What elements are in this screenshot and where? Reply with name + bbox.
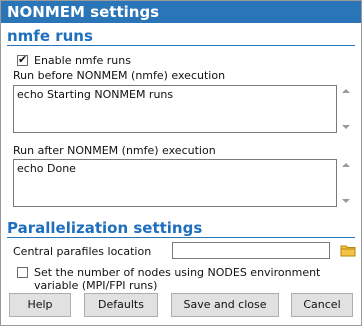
nodes-env-label-line2: variable (MPI/FPI runs) (34, 279, 158, 292)
run-before-textarea[interactable]: echo Starting NONMEM runs (13, 85, 337, 133)
dialog-button-bar: Help Defaults Save and close Cancel (1, 293, 361, 317)
defaults-button[interactable]: Defaults (84, 293, 158, 317)
parafiles-location-label: Central parafiles location (13, 245, 152, 258)
nodes-env-row[interactable]: Set the number of nodes using NODES envi… (17, 266, 320, 292)
run-after-scrollbar[interactable] (339, 159, 353, 207)
run-before-label: Run before NONMEM (nmfe) execution (13, 69, 226, 82)
help-button[interactable]: Help (9, 293, 71, 317)
nodes-env-label: Set the number of nodes using NODES envi… (34, 266, 320, 292)
folder-icon[interactable] (340, 243, 356, 257)
enable-nmfe-row[interactable]: Enable nmfe runs (17, 53, 131, 67)
run-before-scrollbar[interactable] (339, 85, 353, 133)
parallelization-section-title: Parallelization settings (7, 219, 203, 237)
save-and-close-button[interactable]: Save and close (171, 293, 279, 317)
nmfe-section-divider (7, 45, 355, 46)
nodes-env-label-line1: Set the number of nodes using NODES envi… (34, 266, 321, 279)
parallelization-section-divider (7, 237, 355, 238)
settings-dialog: NONMEM settings nmfe runs Enable nmfe ru… (0, 0, 362, 326)
scroll-down-arrow-icon[interactable] (342, 199, 350, 203)
enable-nmfe-label: Enable nmfe runs (34, 54, 131, 67)
scroll-up-arrow-icon[interactable] (342, 89, 350, 93)
run-after-label: Run after NONMEM (nmfe) execution (13, 144, 216, 157)
nmfe-section-title: nmfe runs (7, 27, 93, 45)
parafiles-location-input[interactable] (172, 242, 330, 259)
run-after-textarea[interactable]: echo Done (13, 159, 337, 207)
scroll-up-arrow-icon[interactable] (342, 163, 350, 167)
enable-nmfe-checkbox[interactable] (17, 53, 28, 66)
scroll-down-arrow-icon[interactable] (342, 125, 350, 129)
nodes-env-checkbox[interactable] (17, 267, 28, 278)
cancel-button[interactable]: Cancel (291, 293, 353, 317)
dialog-title: NONMEM settings (1, 1, 361, 23)
